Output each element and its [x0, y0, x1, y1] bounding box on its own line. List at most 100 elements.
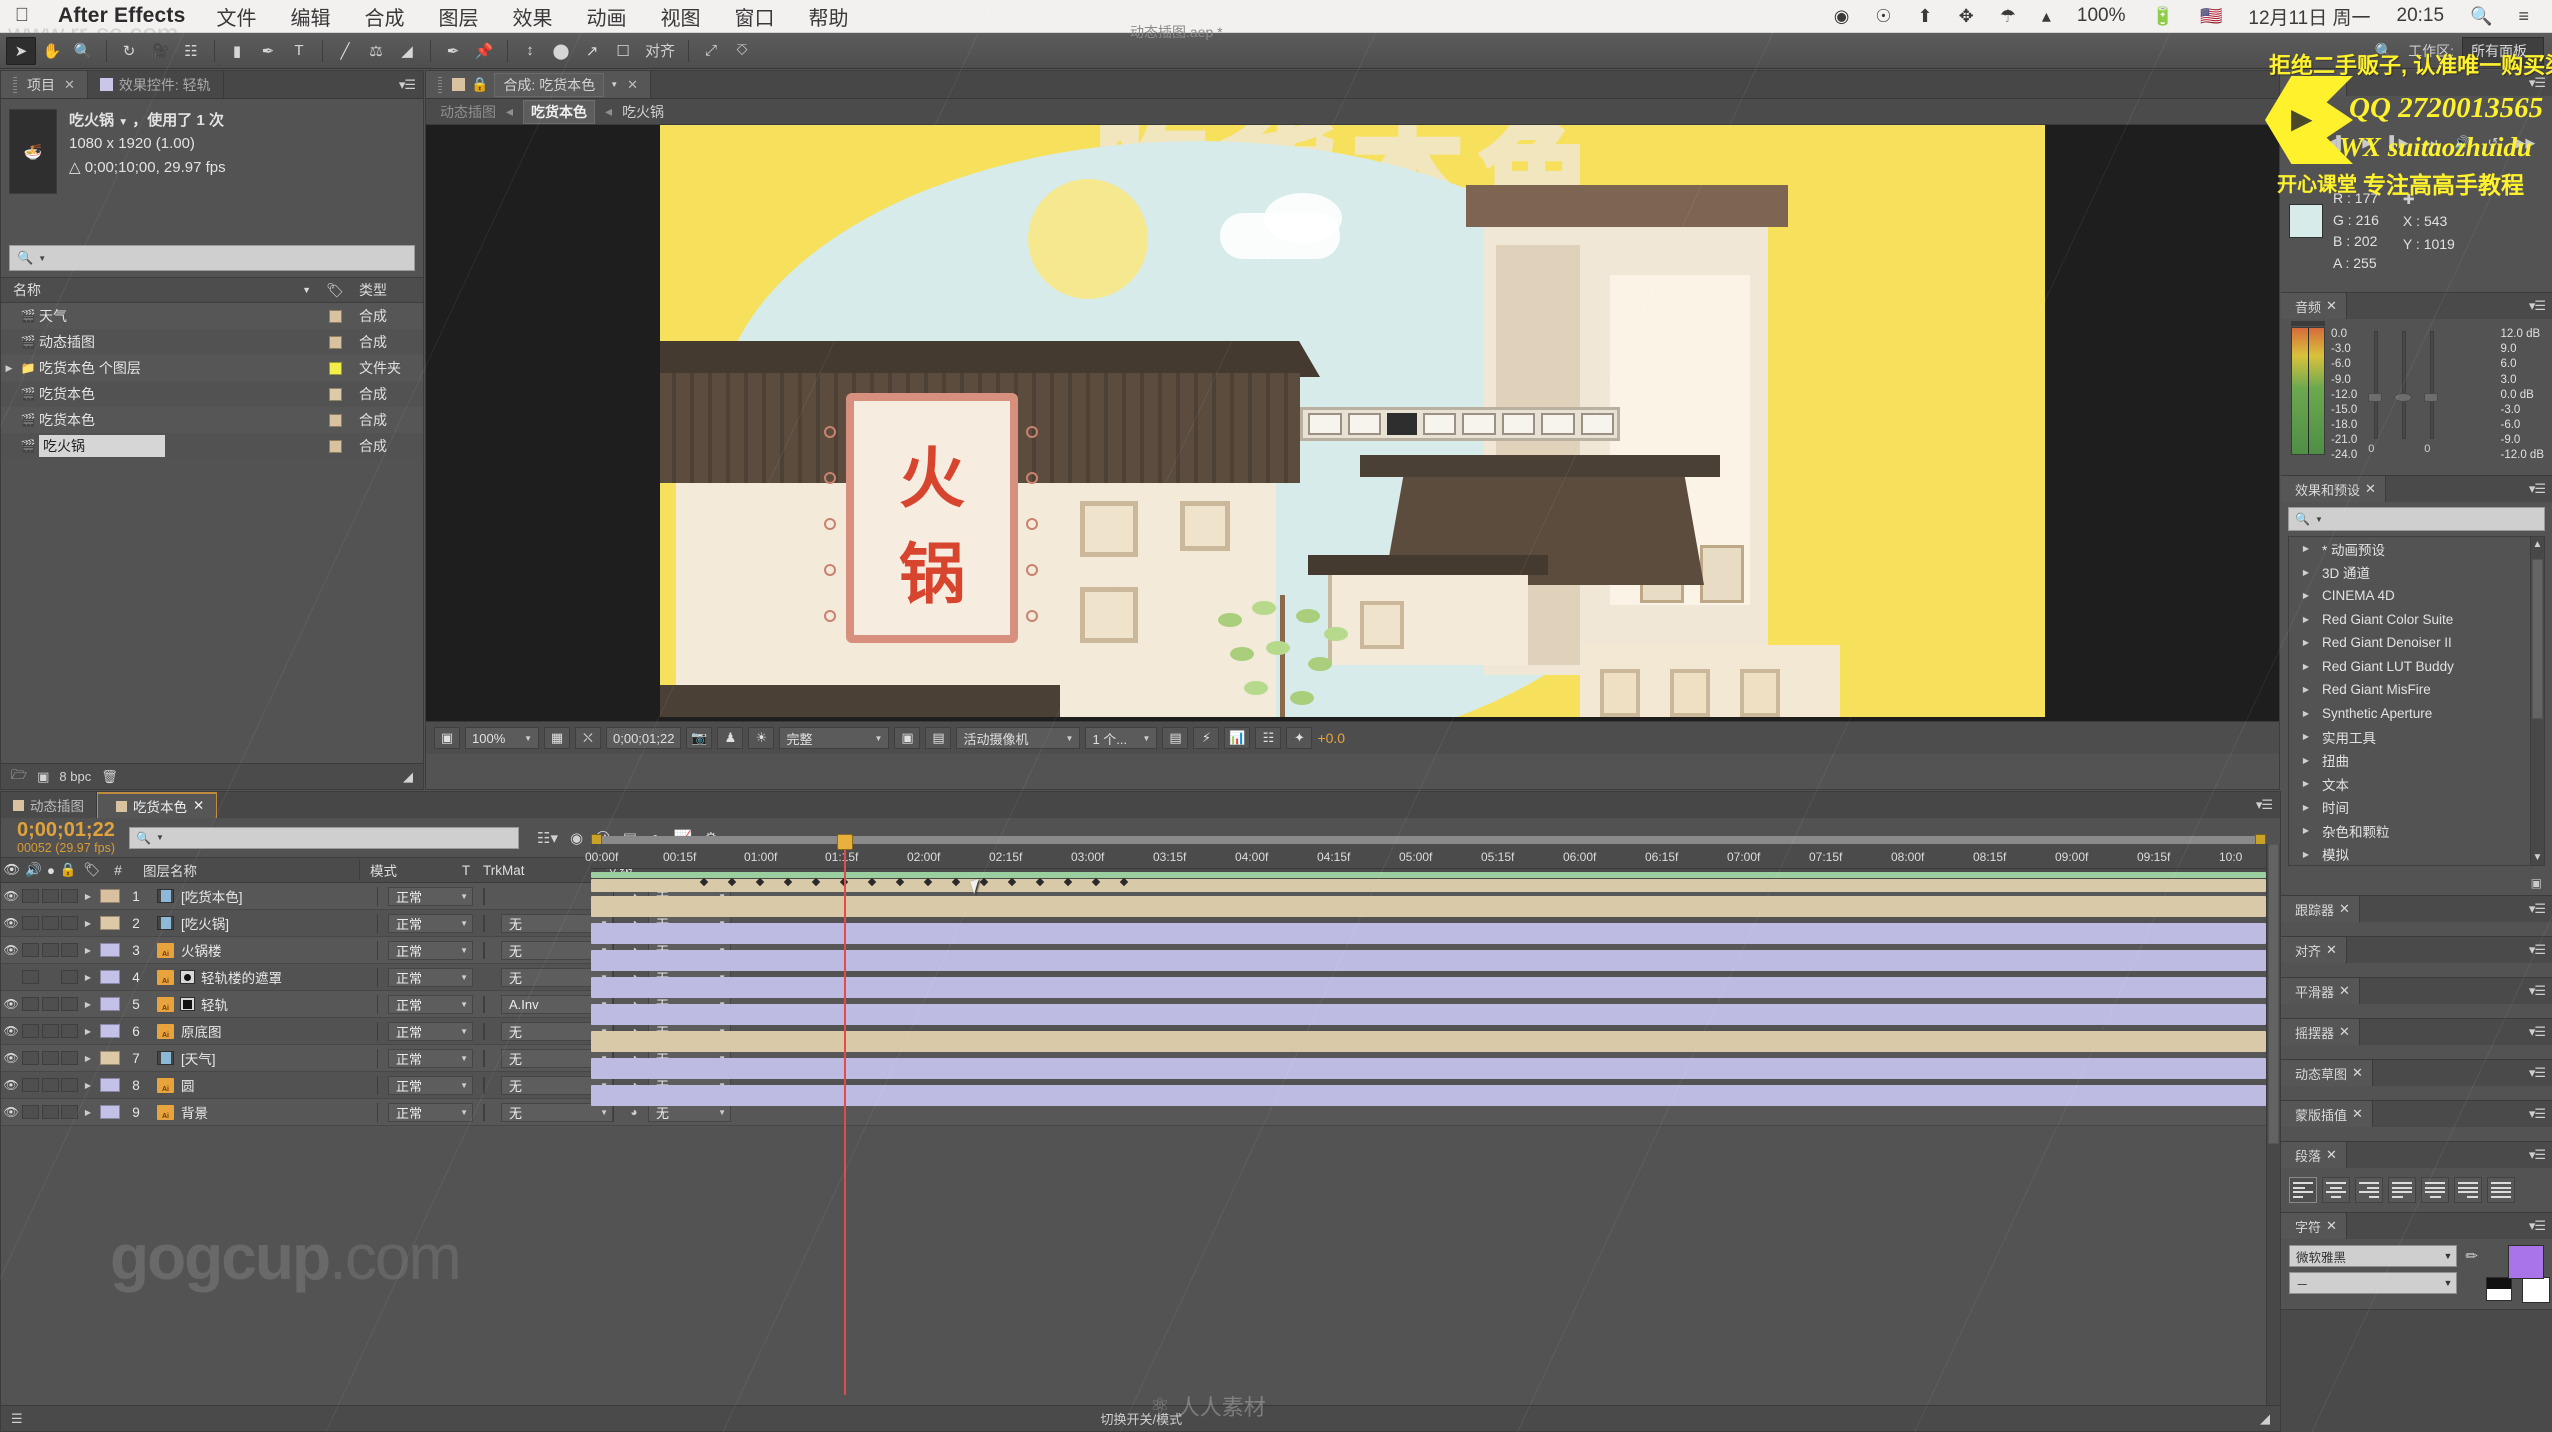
- breadcrumb-item-1[interactable]: 吃货本色: [523, 99, 596, 124]
- camera-select[interactable]: 活动摄像机 ▼: [956, 727, 1081, 749]
- label-color-swatch[interactable]: [100, 916, 120, 930]
- eye-icon[interactable]: 👁: [2, 1105, 20, 1119]
- battery-icon[interactable]: 🔋: [2139, 6, 2187, 27]
- tab-mask-interpolation[interactable]: 蒙版插值 ✕: [2281, 1101, 2373, 1127]
- chevron-down-icon[interactable]: ▼: [610, 80, 618, 89]
- label-color-swatch[interactable]: [100, 1105, 120, 1119]
- timeline-vertical-scrollbar[interactable]: [2266, 844, 2280, 1405]
- hand-tool[interactable]: ✋: [37, 37, 67, 65]
- label-color-swatch[interactable]: [100, 889, 120, 903]
- tab-wiggler[interactable]: 摇摆器 ✕: [2281, 1019, 2360, 1045]
- disclosure-icon[interactable]: ▶: [2297, 568, 2315, 577]
- disclosure-icon[interactable]: ▶: [2297, 756, 2315, 765]
- region-of-interest-toggle-icon[interactable]: ▣: [894, 727, 921, 749]
- airplay-icon[interactable]: ▴: [2029, 6, 2064, 27]
- tab-project[interactable]: 项目 ✕: [1, 71, 88, 98]
- preserve-transparency-toggle[interactable]: [483, 1049, 485, 1067]
- lock-toggle[interactable]: [60, 943, 78, 957]
- audio-toggle[interactable]: [22, 970, 40, 984]
- disclosure-icon[interactable]: ▶: [2297, 662, 2315, 671]
- lock-toggle[interactable]: [60, 1078, 78, 1092]
- tab-timeline-chihuobense[interactable]: 吃货本色 ✕: [97, 792, 218, 818]
- layer-name[interactable]: [吃货本色]: [181, 886, 243, 906]
- tab-effect-controls[interactable]: 效果控件: 轻轨: [87, 71, 224, 98]
- solo-toggle[interactable]: [41, 1024, 59, 1038]
- lock-toggle[interactable]: [60, 889, 78, 903]
- align-left-button[interactable]: [2289, 1177, 2317, 1203]
- toggle-switches-modes-icon[interactable]: ☰: [1, 1411, 33, 1427]
- blend-mode-select[interactable]: 正常 ▼: [388, 1021, 473, 1041]
- column-header-type[interactable]: 类型: [353, 280, 423, 300]
- panel-menu-icon[interactable]: ▾☰: [2529, 481, 2546, 497]
- close-icon[interactable]: ✕: [2352, 1065, 2363, 1081]
- fill-stroke-swatches[interactable]: [2486, 1245, 2550, 1303]
- text-tool[interactable]: T: [284, 37, 314, 65]
- layer-name[interactable]: 背景: [181, 1102, 208, 1122]
- disclosure-icon[interactable]: ▶: [1, 363, 17, 374]
- timeline-search-input[interactable]: 🔍 ▼: [129, 826, 519, 849]
- layer-name[interactable]: [天气]: [181, 1048, 216, 1068]
- label-color-swatch[interactable]: [317, 387, 353, 401]
- brush-tool[interactable]: ╱: [330, 37, 360, 65]
- panel-menu-icon[interactable]: ▾☰: [2529, 1106, 2546, 1122]
- menu-item-edit[interactable]: 编辑: [273, 2, 347, 31]
- disclosure-icon[interactable]: ▶: [79, 973, 97, 982]
- tab-motion-sketch[interactable]: 动态草图 ✕: [2281, 1060, 2373, 1086]
- previous-frame-icon[interactable]: ◀▌: [2326, 135, 2345, 151]
- layer-name[interactable]: [吃火锅]: [181, 913, 229, 933]
- arrange-icon[interactable]: ⤢: [696, 37, 726, 65]
- solo-toggle[interactable]: [41, 997, 59, 1011]
- list-item[interactable]: 🎬 吃货本色 合成: [1, 381, 423, 407]
- panel-menu-icon[interactable]: ▾☰: [2529, 983, 2546, 999]
- lock-icon[interactable]: 🔒: [471, 76, 488, 93]
- disclosure-icon[interactable]: ▶: [2297, 709, 2315, 718]
- disclosure-icon[interactable]: ▶: [2297, 591, 2315, 600]
- disclosure-icon[interactable]: ▶: [2297, 638, 2315, 647]
- close-icon[interactable]: ✕: [627, 77, 638, 93]
- menu-item-layer[interactable]: 图层: [421, 2, 495, 31]
- spotlight-search-icon[interactable]: 🔍: [2457, 6, 2505, 27]
- effects-category-list[interactable]: ▶ * 动画预设 ▶ 3D 通道 ▶ CINEMA 4D ▶ Red Giant Col…: [2288, 536, 2545, 866]
- comp-flowchart-icon[interactable]: ☷: [1255, 727, 1282, 749]
- align-center-button[interactable]: [2322, 1177, 2350, 1203]
- slider-handle[interactable]: [2424, 393, 2439, 402]
- disclosure-icon[interactable]: ▶: [2297, 850, 2315, 859]
- close-icon[interactable]: ✕: [2326, 1147, 2337, 1163]
- dropbox-icon[interactable]: ⬆: [1905, 6, 1946, 27]
- grid-guides-icon[interactable]: ▦: [544, 727, 570, 749]
- exposure-value[interactable]: +0.0: [1317, 730, 1345, 746]
- list-item[interactable]: 🎬 吃火锅 合成: [1, 433, 423, 459]
- show-channel-icon[interactable]: ☀: [748, 727, 775, 749]
- slider-handle[interactable]: [2368, 393, 2383, 402]
- resize-grip-icon[interactable]: ◢: [2250, 1411, 2280, 1427]
- close-icon[interactable]: ✕: [2365, 481, 2376, 497]
- new-folder-icon[interactable]: 🗁: [11, 766, 27, 788]
- disclosure-icon[interactable]: ▶: [2297, 826, 2315, 835]
- tab-timeline-dongtaichatu[interactable]: 动态插图: [1, 792, 97, 818]
- workspace-select[interactable]: 所有面板: [2462, 36, 2544, 65]
- preserve-transparency-toggle[interactable]: [483, 1076, 485, 1094]
- close-icon[interactable]: ✕: [2326, 298, 2337, 314]
- blend-mode-select[interactable]: 正常 ▼: [388, 1102, 473, 1122]
- solo-toggle[interactable]: [41, 1105, 59, 1119]
- menu-item-effect[interactable]: 效果: [495, 2, 569, 31]
- label-color-swatch[interactable]: [100, 970, 120, 984]
- close-icon[interactable]: ✕: [2326, 942, 2337, 958]
- resolution-select[interactable]: 完整 ▼: [779, 727, 890, 749]
- roto-brush-tool[interactable]: ✒: [438, 37, 468, 65]
- preserve-transparency-toggle[interactable]: [483, 1022, 485, 1040]
- close-icon[interactable]: ✕: [64, 77, 75, 93]
- audio-toggle[interactable]: [22, 1024, 40, 1038]
- font-style-select[interactable]: － ▼: [2289, 1272, 2458, 1294]
- layer-name[interactable]: 轻轨: [201, 994, 228, 1014]
- label-color-swatch[interactable]: [317, 413, 353, 427]
- resize-grip-icon[interactable]: ◢: [403, 769, 413, 785]
- last-frame-icon[interactable]: ⏭: [2426, 135, 2438, 151]
- eraser-tool[interactable]: ◢: [392, 37, 422, 65]
- blend-mode-select[interactable]: 正常 ▼: [388, 967, 473, 987]
- blend-mode-select[interactable]: 正常 ▼: [388, 940, 473, 960]
- disclosure-icon[interactable]: ▶: [79, 919, 97, 928]
- disclosure-icon[interactable]: ▶: [2297, 732, 2315, 741]
- disclosure-icon[interactable]: ▶: [79, 1081, 97, 1090]
- label-color-swatch[interactable]: [100, 943, 120, 957]
